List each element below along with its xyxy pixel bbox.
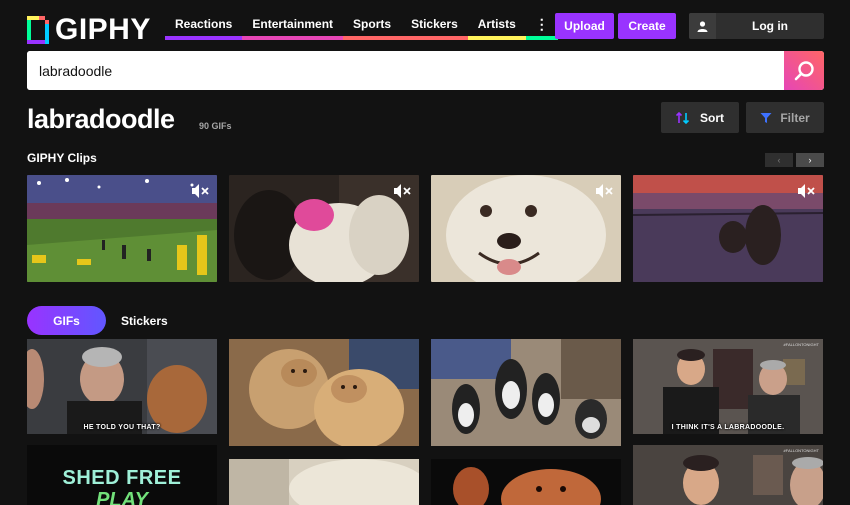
nav-artists[interactable]: Artists [467, 12, 526, 40]
clips-section-title: GIPHY Clips [27, 151, 97, 165]
filter-icon [760, 112, 772, 123]
nav-sports[interactable]: Sports [343, 12, 402, 40]
login-label: Log in [752, 19, 788, 33]
mute-icon[interactable] [595, 183, 613, 199]
clip-thumbnail[interactable] [229, 175, 419, 282]
search-button[interactable] [784, 51, 824, 90]
tab-gifs[interactable]: GIFs [27, 306, 106, 335]
sort-label: Sort [700, 110, 724, 125]
gif-item[interactable]: SHED FREE PLAY [27, 445, 217, 505]
gif-item[interactable] [229, 459, 419, 505]
mute-icon[interactable] [797, 183, 815, 199]
nav-reactions[interactable]: Reactions [165, 12, 243, 40]
clip-thumbnail[interactable] [633, 175, 823, 282]
gif-image [27, 339, 217, 434]
main-nav: Reactions Entertainment Sports Stickers … [165, 12, 558, 40]
gif-image [633, 339, 823, 434]
nav-more-menu[interactable]: ⋮ [525, 12, 558, 40]
create-button[interactable]: Create [618, 13, 676, 39]
giphy-logo[interactable]: GIPHY [27, 13, 151, 47]
result-count: 90 GIFs [199, 121, 232, 131]
gif-image [431, 459, 621, 505]
gif-item[interactable] [229, 339, 419, 446]
gif-image [633, 445, 823, 505]
logo-text: GIPHY [55, 13, 151, 46]
mute-icon[interactable] [191, 183, 209, 199]
carousel-next-button[interactable]: › [796, 153, 824, 167]
gif-item[interactable] [431, 339, 621, 446]
nav-entertainment[interactable]: Entertainment [242, 12, 344, 40]
gif-item[interactable] [431, 459, 621, 505]
show-watermark: #FALLONTONIGHT [783, 448, 820, 453]
carousel-prev-button[interactable]: ‹ [765, 153, 793, 167]
gif-caption: I THINK IT'S A LABRADOODLE. [671, 424, 785, 431]
gif-image [229, 339, 419, 446]
gif-image [431, 339, 621, 446]
gif-image [229, 459, 419, 505]
search-icon [794, 60, 814, 80]
page-title: labradoodle [27, 104, 175, 134]
gif-item[interactable]: #FALLONTONIGHT I THINK IT'S A LABRADOODL… [633, 339, 823, 434]
user-icon [689, 13, 716, 39]
gif-caption: HE TOLD YOU THAT? [83, 424, 161, 431]
upload-button[interactable]: Upload [555, 13, 614, 39]
clip-image [633, 175, 823, 282]
sort-button[interactable]: Sort [661, 102, 739, 133]
filter-button[interactable]: Filter [746, 102, 824, 133]
giphy-logo-icon [27, 16, 49, 44]
sort-icon [676, 111, 690, 124]
clip-image [27, 175, 217, 282]
clip-image [229, 175, 419, 282]
login-button[interactable]: Log in [689, 13, 824, 39]
show-watermark: #FALLONTONIGHT [783, 342, 820, 347]
mute-icon[interactable] [393, 183, 411, 199]
clip-thumbnail[interactable] [431, 175, 621, 282]
gif-item[interactable]: #FALLONTONIGHT [633, 445, 823, 505]
tab-stickers[interactable]: Stickers [121, 306, 168, 335]
promo-text-line2: PLAY [96, 489, 148, 505]
nav-stickers[interactable]: Stickers [401, 12, 468, 40]
search-input[interactable] [27, 51, 784, 90]
gif-item[interactable]: HE TOLD YOU THAT? [27, 339, 217, 434]
clip-thumbnail[interactable] [27, 175, 217, 282]
clip-image [431, 175, 621, 282]
filter-label: Filter [780, 110, 810, 125]
search-bar [27, 51, 824, 90]
promo-text-line1: SHED FREE [62, 467, 182, 489]
